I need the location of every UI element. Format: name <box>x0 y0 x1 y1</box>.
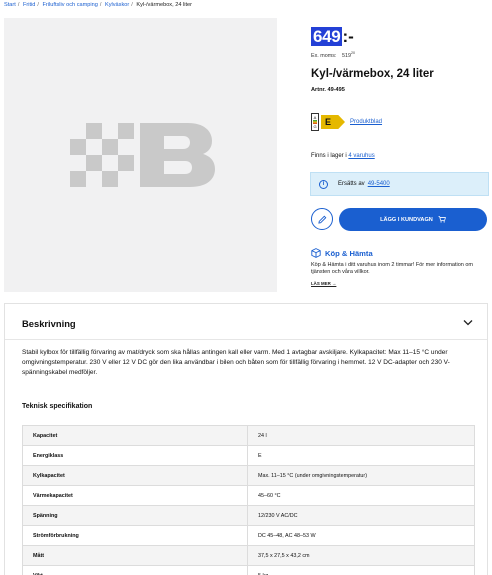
description-text: Stabil kylbox för tillfällig förvaring a… <box>22 349 450 376</box>
breadcrumb-separator: / <box>37 2 39 8</box>
click-and-collect-text: Köp & Hämta i ditt varuhus inom 2 timmar… <box>311 262 473 275</box>
breadcrumb-separator: / <box>131 2 133 8</box>
price-value: 649 <box>311 27 343 46</box>
spec-key: Kylkapacitet <box>22 465 248 486</box>
article-number: Artnr. 49-495 <box>311 87 345 93</box>
price-ex-vat: Ex. moms: 51920 <box>311 51 355 59</box>
stock-text: Finns i lager i <box>311 153 347 159</box>
spec-key: Strömförbrukning <box>22 525 248 546</box>
package-icon <box>311 248 321 258</box>
brand-placeholder-logo <box>70 123 215 187</box>
breadcrumb-separator: / <box>99 2 102 8</box>
spec-value: E <box>247 445 475 466</box>
spec-value: 5 kg <box>247 565 475 575</box>
product-sheet-link[interactable]: Produktblad <box>350 119 382 125</box>
description-title: Beskrivning <box>22 318 76 329</box>
spec-key: Vikt <box>22 565 248 575</box>
edit-list-button[interactable] <box>311 208 333 230</box>
product-title: Kyl-/värmebox, 24 liter <box>311 68 434 80</box>
replaced-by-text: Ersätts av <box>338 181 365 187</box>
table-row: Energiklass E <box>22 445 475 466</box>
click-and-collect-header: Köp & Hämta <box>311 248 373 258</box>
table-row: Kylkapacitet Max. 11–15 °C (under omgivni… <box>22 465 475 486</box>
table-row: Strömförbrukning DC 45–48, AC 48–53 W <box>22 525 475 546</box>
chevron-down-icon[interactable] <box>463 319 473 326</box>
spec-value: 45–60 °C <box>247 485 475 506</box>
add-to-cart-button[interactable]: LÄGG I KUNDVAGN <box>339 208 487 231</box>
table-row: Värmekapacitet 45–60 °C <box>22 485 475 506</box>
breadcrumb-current: Kyl-/värmebox, 24 liter <box>136 2 193 8</box>
spec-key: Energiklass <box>22 445 248 466</box>
spec-key: Spänning <box>22 505 248 526</box>
table-row: Spänning 12/230 V AC/DC <box>22 505 475 526</box>
description-section: Beskrivning Stabil kylbox för tillfällig… <box>4 303 488 575</box>
breadcrumb-friluftsliv[interactable]: Friluftsliv och camping <box>43 2 98 8</box>
spec-value: Max. 11–15 °C (under omgivningstemperatu… <box>247 465 475 486</box>
energy-label: A G E Produktblad <box>311 113 382 131</box>
breadcrumb-kylvaskor[interactable]: Kylväskor <box>105 2 129 8</box>
spec-key: Mått <box>22 545 248 566</box>
spec-value: 12/230 V AC/DC <box>247 505 475 526</box>
breadcrumb-separator: / <box>17 2 20 8</box>
ex-vat-label: Ex. moms: <box>311 52 337 59</box>
energy-class-badge[interactable]: E <box>321 115 345 129</box>
price-suffix: :- <box>342 27 354 46</box>
ex-vat-value: 519 <box>341 52 351 59</box>
spec-key: Värmekapacitet <box>22 485 248 506</box>
table-row: Mått 37,5 x 27,5 x 43,2 cm <box>22 545 475 566</box>
energy-scale-bottom: G <box>313 124 317 129</box>
stock-stores-link[interactable]: 4 varuhus <box>348 153 374 159</box>
spec-table: Kapacitet 24 l Energiklass E Kylkapacitet M… <box>22 425 475 575</box>
divider <box>5 339 487 340</box>
stock-status: Finns i lager i 4 varuhus <box>311 153 375 159</box>
spec-value: DC 45–48, AC 48–53 W <box>247 525 475 546</box>
info-icon: i <box>319 179 328 189</box>
ex-vat-decimals: 20 <box>350 51 355 55</box>
read-more-link[interactable]: LÄS MER → <box>311 281 336 286</box>
spec-value: 24 l <box>247 425 475 446</box>
spec-title: Teknisk specifikation <box>22 403 93 410</box>
breadcrumb: Start / Fritid / Friluftsliv och camping / … <box>4 2 192 8</box>
table-row: Vikt5 kg <box>22 565 475 575</box>
cart-icon <box>438 216 446 223</box>
replaced-by-link[interactable]: 49-5400 <box>368 181 390 187</box>
spec-value: 37,5 x 27,5 x 43,2 cm <box>247 545 475 566</box>
spec-key: Kapacitet <box>22 425 248 446</box>
replaced-by-notice: i Ersätts av 49-5400 <box>310 172 489 196</box>
table-row: Kapacitet 24 l <box>22 425 475 446</box>
edit-icon <box>317 215 326 224</box>
click-and-collect-title: Köp & Hämta <box>325 248 373 258</box>
breadcrumb-fritid[interactable]: Fritid <box>23 2 35 8</box>
energy-scale-icon: A G <box>311 113 319 131</box>
price: 649:- <box>311 27 354 47</box>
product-image[interactable] <box>4 18 277 292</box>
breadcrumb-start[interactable]: Start <box>4 2 16 8</box>
add-to-cart-label: LÄGG I KUNDVAGN <box>380 216 433 223</box>
